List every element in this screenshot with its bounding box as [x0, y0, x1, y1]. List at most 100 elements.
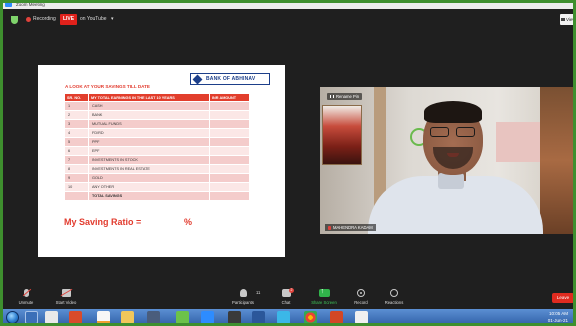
zoom-window: Zoom Meeting Recording LIVE on YouTube ▾… — [0, 0, 576, 326]
table-cell: 9 — [64, 173, 89, 183]
table-cell — [209, 146, 250, 156]
recording-label[interactable]: Recording — [33, 15, 56, 24]
record-icon — [357, 289, 365, 297]
chat-button[interactable]: Chat — [268, 289, 304, 305]
share-screen-label: Share Screen — [311, 300, 337, 305]
zoom-taskbar-icon[interactable] — [201, 311, 214, 324]
word-document-icon[interactable] — [45, 311, 58, 324]
red-app-icon[interactable] — [69, 311, 82, 324]
column-header: MY TOTAL EARNINGS IN THE LAST 10 YEARS — [88, 93, 210, 102]
folder-icon[interactable] — [121, 311, 134, 324]
savings-table: SR. NO. MY TOTAL EARNINGS IN THE LAST 10… — [64, 93, 250, 201]
reactions-button[interactable]: Reactions — [376, 289, 412, 305]
chat-unread-badge: 2 — [289, 288, 294, 293]
tile-options-label: Rename Pin — [336, 94, 360, 99]
reactions-label: Reactions — [384, 300, 404, 305]
table-cell — [209, 137, 250, 147]
table-cell — [209, 101, 250, 111]
saving-ratio-percent: % — [184, 217, 193, 227]
table-cell — [209, 191, 250, 201]
bank-logo: BANK OF ABHINAV — [190, 73, 270, 85]
muted-mic-icon — [328, 225, 331, 230]
table-cell — [209, 119, 250, 129]
table-cell — [209, 155, 250, 165]
table-row: 2 BANK — [64, 110, 250, 120]
grid-view-icon — [561, 18, 565, 21]
live-badge[interactable]: LIVE — [60, 14, 77, 25]
system-tray[interactable] — [510, 314, 540, 326]
table-cell: 4 — [64, 128, 89, 138]
table-cell — [209, 128, 250, 138]
green-app-icon[interactable] — [176, 311, 189, 324]
tray-clock[interactable]: 10:05 AM 01-Jun-21 — [548, 310, 568, 324]
leave-button[interactable]: Leave — [552, 293, 574, 303]
amazon-icon[interactable] — [97, 311, 110, 324]
media-app-icon[interactable] — [147, 311, 160, 324]
start-video-button[interactable]: Start Video — [48, 289, 84, 305]
camera-off-icon — [61, 289, 71, 297]
table-cell: INVESTMENTS IN REAL ESTATE — [88, 164, 210, 174]
chrome-icon[interactable] — [304, 311, 317, 324]
view-button-label: View — [566, 17, 576, 22]
share-screen-button[interactable]: Share Screen — [306, 288, 342, 305]
table-cell — [64, 191, 89, 201]
participant-name: MAHENDRA KADAM — [333, 225, 373, 230]
skype-icon[interactable] — [277, 311, 290, 324]
logo-text: BANK OF ABHINAV — [206, 76, 256, 82]
table-cell: EPF — [88, 146, 210, 156]
table-cell: BANK — [88, 110, 210, 120]
table-cell — [209, 182, 250, 192]
participant-hair — [424, 101, 482, 123]
windows-taskbar: 10:05 AM 01-Jun-21 — [0, 309, 576, 326]
calculator-icon[interactable] — [228, 311, 241, 324]
table-cell: 1 — [64, 101, 89, 111]
tray-date: 01-Jun-21 — [547, 318, 568, 323]
shield-icon[interactable] — [11, 16, 18, 24]
photos-icon[interactable] — [355, 311, 368, 324]
table-row: 6 EPF — [64, 146, 250, 156]
column-header: INR AMOUNT — [209, 93, 250, 102]
participants-icon — [239, 289, 247, 297]
start-video-label: Start Video — [55, 300, 77, 305]
table-cell: 2 — [64, 110, 89, 120]
view-button[interactable]: View — [560, 14, 576, 25]
table-cell: INVESTMENTS IN STOCK — [88, 155, 210, 165]
chat-label: Chat — [281, 300, 291, 305]
chevron-down-icon[interactable]: ▾ — [111, 15, 114, 24]
wooden-shelf — [540, 87, 575, 234]
table-cell: PPF — [88, 137, 210, 147]
participant-video-tile[interactable]: Rename Pin MAHENDRA KADAM — [320, 87, 575, 234]
table-cell: FD/RD — [88, 128, 210, 138]
powerpoint-icon[interactable] — [330, 311, 343, 324]
table-cell: 10 — [64, 182, 89, 192]
table-row: 5 PPF — [64, 137, 250, 147]
window-titlebar: Zoom Meeting — [0, 0, 576, 9]
table-cell: 5 — [64, 137, 89, 147]
wall-portrait-frame — [322, 105, 362, 165]
ie-browser-icon[interactable] — [25, 311, 38, 324]
table-cell — [209, 110, 250, 120]
wall-poster-right — [496, 122, 546, 162]
table-cell: 3 — [64, 119, 89, 129]
live-on-label[interactable]: on YouTube — [80, 15, 107, 24]
table-cell: TOTAL SAVINGS — [88, 191, 210, 201]
participants-count: 11 — [256, 290, 261, 295]
table-cell: MUTUAL FUNDS — [88, 119, 210, 129]
eyeglasses — [430, 127, 476, 138]
table-row: 4 FD/RD — [64, 128, 250, 138]
tile-options-menu[interactable]: Rename Pin — [327, 93, 363, 100]
table-row: 8 INVESTMENTS IN REAL ESTATE — [64, 164, 250, 174]
table-row: 3 MUTUAL FUNDS — [64, 119, 250, 129]
microphone-muted-icon — [23, 289, 29, 297]
table-header-row: SR. NO. MY TOTAL EARNINGS IN THE LAST 10… — [64, 93, 250, 102]
participant-collar — [438, 173, 464, 189]
table-row: 9 GOLD — [64, 173, 250, 183]
record-button[interactable]: Record — [343, 289, 379, 305]
start-button-icon[interactable] — [6, 311, 19, 324]
more-options-icon — [330, 95, 334, 99]
unmute-button[interactable]: Unmute — [8, 289, 44, 305]
word-icon[interactable] — [252, 311, 265, 324]
participant-name-tag: MAHENDRA KADAM — [325, 224, 376, 231]
tray-time: 10:05 AM — [548, 311, 568, 316]
participants-label: Participants — [232, 300, 254, 305]
